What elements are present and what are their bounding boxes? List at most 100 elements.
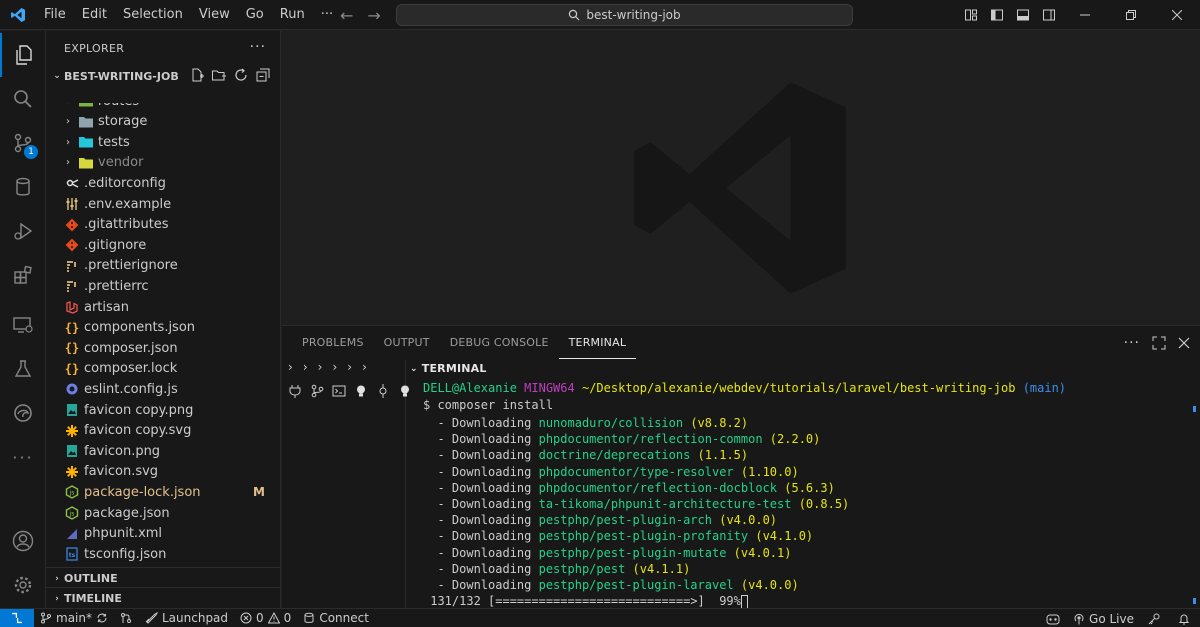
search-icon[interactable]: [0, 77, 46, 121]
tree-item-label: components.json: [84, 320, 196, 336]
command-center-search[interactable]: best-writing-job: [396, 4, 853, 26]
commit-icon[interactable]: [374, 382, 392, 400]
tree-file[interactable]: .gitattributes: [46, 215, 280, 235]
accounts-icon[interactable]: [0, 519, 46, 563]
restore-button[interactable]: [1108, 0, 1154, 30]
menu-go[interactable]: Go: [238, 0, 272, 30]
menu-selection[interactable]: Selection: [115, 0, 191, 30]
download-prefix: - Downloading: [423, 448, 539, 463]
run-debug-icon[interactable]: [0, 209, 46, 253]
menu-view[interactable]: View: [191, 0, 238, 30]
refresh-icon[interactable]: [233, 67, 249, 83]
panel-tab-debug-console[interactable]: DEBUG CONSOLE: [440, 326, 559, 359]
tree-file[interactable]: js package.json: [46, 503, 280, 523]
close-panel-icon[interactable]: [1178, 337, 1190, 349]
download-prefix: - Downloading: [423, 578, 539, 592]
tree-file[interactable]: phpunit.xml: [46, 524, 280, 544]
branch-status[interactable]: main*: [34, 611, 114, 625]
warning-count: 0: [283, 611, 292, 625]
connect-status[interactable]: Connect: [297, 611, 375, 625]
download-package: pestphp/pest-plugin-laravel: [538, 578, 734, 592]
tree-file[interactable]: favicon.svg: [46, 462, 280, 482]
menu-more-button[interactable]: ···: [313, 0, 341, 30]
tree-file[interactable]: .prettierrc: [46, 276, 280, 296]
back-arrow-icon[interactable]: ←: [340, 6, 353, 25]
toggle-panel-icon[interactable]: [1010, 0, 1036, 30]
go-live-status[interactable]: Go Live: [1067, 612, 1140, 626]
prompt-branch: (main): [1022, 381, 1067, 395]
tree-file[interactable]: .editorconfig: [46, 173, 280, 193]
terminal-icon[interactable]: [330, 382, 348, 400]
terminal-section-header[interactable]: ⌄ TERMINAL: [410, 362, 487, 375]
project-folder-header[interactable]: ⌄ BEST-WRITING-JOB: [46, 65, 280, 87]
problems-status[interactable]: 0 0: [234, 611, 297, 625]
source-control-icon[interactable]: 1: [0, 121, 46, 165]
layout-customize-icon[interactable]: [958, 0, 984, 30]
tree-folder[interactable]: › routes: [46, 103, 280, 111]
tree-file[interactable]: {} composer.lock: [46, 359, 280, 379]
lightbulb-icon[interactable]: [352, 382, 370, 400]
tree-folder[interactable]: › vendor: [46, 153, 280, 173]
panel-tab-output[interactable]: OUTPUT: [374, 326, 440, 359]
editor-area[interactable]: [282, 31, 1200, 325]
panel-tab-problems[interactable]: PROBLEMS: [292, 326, 374, 359]
chevron-right-icon[interactable]: ›: [288, 360, 293, 378]
git-branch-icon[interactable]: [308, 382, 326, 400]
maximize-panel-icon[interactable]: [1152, 336, 1166, 350]
chevron-right-icon[interactable]: ›: [347, 360, 352, 378]
git-graph-status[interactable]: [114, 612, 138, 624]
testing-icon[interactable]: [0, 347, 46, 391]
tree-folder[interactable]: › storage: [46, 112, 280, 132]
extensions-icon[interactable]: [0, 253, 46, 297]
panel-more-button[interactable]: ···: [1124, 335, 1140, 351]
plug-icon[interactable]: [286, 382, 304, 400]
tree-file[interactable]: .prettierignore: [46, 256, 280, 276]
more-views-icon[interactable]: ···: [0, 435, 46, 479]
menu-file[interactable]: File: [36, 0, 74, 30]
menu-edit[interactable]: Edit: [74, 0, 115, 30]
tree-file[interactable]: favicon copy.svg: [46, 421, 280, 441]
copilot-status[interactable]: [1039, 613, 1067, 625]
image-icon: [62, 443, 82, 459]
database-icon[interactable]: [0, 165, 46, 209]
new-file-icon[interactable]: [189, 67, 205, 83]
settings-gear-icon[interactable]: [0, 563, 46, 607]
timeline-section-header[interactable]: › TIMELINE: [46, 587, 280, 608]
forward-arrow-icon[interactable]: →: [367, 6, 380, 25]
tree-file[interactable]: js package-lock.json M: [46, 482, 280, 502]
tree-file[interactable]: ts tsconfig.json: [46, 544, 280, 563]
edge-browser-icon[interactable]: [0, 391, 46, 435]
tree-file[interactable]: .gitignore: [46, 235, 280, 255]
minimize-button[interactable]: [1062, 0, 1108, 30]
toggle-primary-sidebar-icon[interactable]: [984, 0, 1010, 30]
chevron-right-icon[interactable]: ›: [332, 360, 337, 378]
tree-file[interactable]: .env.example: [46, 194, 280, 214]
tree-file[interactable]: artisan: [46, 297, 280, 317]
terminal-output[interactable]: DELL@Alexanie MINGW64 ~/Desktop/alexanie…: [406, 380, 1188, 608]
explorer-more-button[interactable]: ···: [250, 39, 266, 55]
explorer-icon[interactable]: [0, 33, 46, 77]
status-right: Go Live: [1039, 609, 1200, 627]
chevron-right-icon[interactable]: ›: [303, 360, 308, 378]
launchpad-status[interactable]: Launchpad: [138, 611, 234, 625]
tree-file[interactable]: favicon copy.png: [46, 400, 280, 420]
close-window-button[interactable]: [1154, 0, 1200, 30]
chevron-right-icon[interactable]: ›: [318, 360, 323, 378]
outline-section-header[interactable]: › OUTLINE: [46, 567, 280, 589]
key-status[interactable]: [1140, 613, 1168, 625]
tree-file[interactable]: eslint.config.js: [46, 379, 280, 399]
tree-file[interactable]: {} composer.json: [46, 338, 280, 358]
new-folder-icon[interactable]: [211, 67, 227, 83]
collapse-all-icon[interactable]: [255, 67, 271, 83]
tree-file[interactable]: {} components.json: [46, 318, 280, 338]
panel-tab-terminal[interactable]: TERMINAL: [558, 326, 637, 359]
notifications-status[interactable]: [1168, 613, 1200, 625]
remote-explorer-icon[interactable]: [0, 303, 46, 347]
toggle-secondary-sidebar-icon[interactable]: [1036, 0, 1062, 30]
menu-run[interactable]: Run: [272, 0, 313, 30]
remote-indicator-button[interactable]: [0, 608, 34, 627]
tree-folder[interactable]: › tests: [46, 132, 280, 152]
chevron-right-icon[interactable]: ›: [362, 360, 367, 378]
sync-icon[interactable]: [96, 612, 108, 624]
tree-file[interactable]: favicon.png: [46, 441, 280, 461]
